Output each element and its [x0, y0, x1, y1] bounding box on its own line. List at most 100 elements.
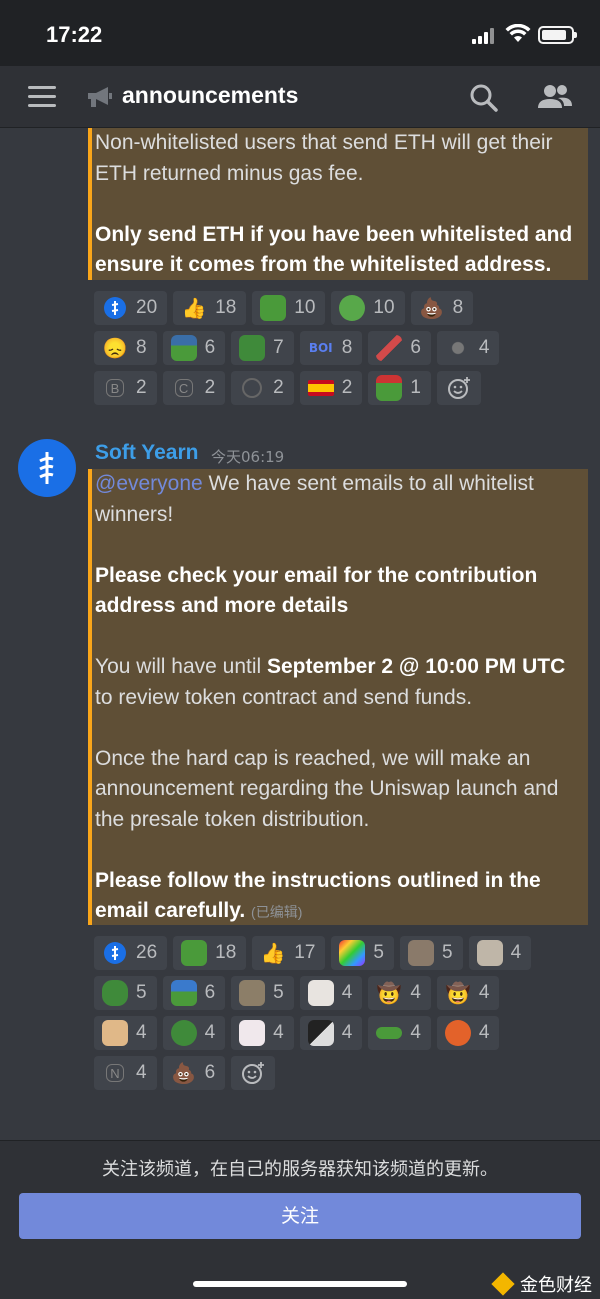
- reaction[interactable]: 2: [231, 371, 294, 405]
- channel-header: announcements: [0, 66, 600, 128]
- reaction[interactable]: 4: [299, 976, 363, 1010]
- reaction[interactable]: 5: [231, 976, 294, 1010]
- letter-b-icon: B: [106, 379, 124, 397]
- reaction[interactable]: 20: [94, 291, 168, 325]
- letter-n-icon: N: [106, 1064, 124, 1082]
- reaction[interactable]: 👍 18: [173, 291, 247, 325]
- follow-note: 关注该频道，在自己的服务器获知该频道的更新。: [102, 1159, 498, 1180]
- reaction[interactable]: 🤠 4: [436, 976, 500, 1010]
- reaction[interactable]: 18: [173, 936, 247, 970]
- reaction[interactable]: 10: [331, 291, 405, 325]
- message-text: Non-whitelisted users that send ETH will…: [95, 131, 553, 154]
- reaction[interactable]: 💩 6: [162, 1056, 226, 1090]
- announcement-channel-icon: [88, 87, 112, 107]
- reaction-count: 6: [204, 337, 216, 358]
- reaction[interactable]: 4: [436, 331, 500, 365]
- message-quote: Non-whitelisted users that send ETH will…: [88, 128, 588, 280]
- username[interactable]: Soft Yearn: [95, 441, 198, 465]
- reaction[interactable]: 10: [252, 291, 326, 325]
- reaction[interactable]: 4: [94, 1016, 157, 1050]
- search-icon[interactable]: [468, 82, 500, 114]
- reaction[interactable]: C2: [162, 371, 226, 405]
- reaction[interactable]: 🤠 4: [368, 976, 431, 1010]
- pepe-scream-icon: [260, 295, 287, 321]
- members-icon[interactable]: [536, 80, 574, 114]
- home-indicator[interactable]: [193, 1281, 407, 1287]
- reaction-count: 4: [341, 1022, 353, 1043]
- reaction-count: 10: [294, 297, 316, 318]
- reaction-count: 2: [273, 377, 284, 398]
- reaction[interactable]: 1: [368, 371, 431, 405]
- pepe-flag-icon: [376, 375, 403, 401]
- reaction[interactable]: 👍 17: [252, 936, 326, 970]
- reaction[interactable]: 4: [231, 1016, 294, 1050]
- add-reaction-icon: [447, 377, 470, 399]
- jinse-logo-icon: [491, 1272, 515, 1296]
- reaction[interactable]: 4: [368, 1016, 431, 1050]
- reaction-count: 5: [273, 982, 284, 1003]
- rocket-icon: [376, 335, 403, 361]
- softyearn-icon: [102, 940, 128, 966]
- reaction-count: 4: [510, 942, 522, 963]
- reaction[interactable]: 2: [299, 371, 363, 405]
- message-bold-text: address and more details: [95, 594, 349, 617]
- softyearn-icon: [102, 295, 128, 321]
- reaction-bar: 26 18 👍 17 5 5 4 5 6 5 4 🤠 4 🤠 4 4 4 4 4 4 …: [94, 936, 537, 1096]
- reaction[interactable]: B2: [94, 371, 157, 405]
- message-text: to review token contract and send funds.: [95, 685, 473, 709]
- reaction[interactable]: 6: [368, 331, 431, 365]
- cowboy-icon: 🤠: [376, 982, 402, 1005]
- reaction-count: 26: [136, 942, 158, 963]
- message-bold-text: ensure it comes from the whitelisted add…: [95, 253, 552, 276]
- pepe-mask-icon: [444, 1020, 471, 1046]
- reaction[interactable]: 5: [331, 936, 394, 970]
- reaction[interactable]: 5: [400, 936, 463, 970]
- reaction[interactable]: 6: [162, 331, 226, 365]
- reaction[interactable]: 4: [468, 936, 532, 970]
- reaction-count: 4: [341, 982, 353, 1003]
- rainbow-pepe-icon: [339, 940, 366, 966]
- reaction[interactable]: 7: [231, 331, 294, 365]
- reaction-count: 20: [136, 297, 158, 318]
- message-bold-text: Please check your email for the contribu…: [95, 563, 538, 587]
- cat-gray-icon: [239, 980, 266, 1006]
- add-reaction-button[interactable]: [231, 1056, 276, 1090]
- reaction[interactable]: 6: [162, 976, 226, 1010]
- reaction[interactable]: N4: [94, 1056, 157, 1090]
- reaction[interactable]: 26: [94, 936, 168, 970]
- reaction[interactable]: 5: [94, 976, 157, 1010]
- edited-label: (已编辑): [251, 904, 303, 920]
- message-bold-text: Please follow the instructions outlined …: [95, 868, 541, 892]
- reaction-count: 4: [136, 1022, 147, 1043]
- disappointed-icon: 😞: [102, 337, 128, 360]
- reaction-count: 5: [373, 942, 384, 963]
- reaction-count: 4: [273, 1022, 284, 1043]
- message-text: Once the hard cap is reached, we will ma…: [95, 746, 531, 770]
- boi-icon: BOI: [308, 341, 333, 355]
- cat-face-icon: [476, 940, 503, 966]
- follow-button[interactable]: 关注: [19, 1193, 581, 1239]
- reaction[interactable]: 4: [299, 1016, 363, 1050]
- message-text: You will have until: [95, 655, 267, 678]
- reaction[interactable]: 4: [162, 1016, 226, 1050]
- reaction-count: 4: [478, 337, 490, 358]
- reaction[interactable]: BOI 8: [299, 331, 363, 365]
- message-bold-text: September 2 @ 10:00 PM UTC: [267, 655, 566, 678]
- pepe-umbrella-icon: [170, 980, 197, 1006]
- battery-icon: [538, 26, 577, 44]
- menu-icon[interactable]: [28, 86, 56, 108]
- reaction[interactable]: 😞 8: [94, 331, 157, 365]
- add-reaction-button[interactable]: [436, 371, 481, 405]
- circle-emote-icon: [242, 378, 263, 398]
- avatar[interactable]: [18, 439, 76, 497]
- reaction-count: 4: [478, 1022, 490, 1043]
- pepe-dance-icon: [102, 980, 128, 1006]
- reaction[interactable]: 💩 8: [410, 291, 474, 325]
- everyone-mention[interactable]: @everyone: [95, 472, 203, 495]
- reaction[interactable]: 4: [436, 1016, 500, 1050]
- bunny-icon: [239, 1020, 266, 1046]
- reaction-count: 7: [273, 337, 284, 358]
- poop-icon: 💩: [419, 297, 445, 320]
- message-list: Non-whitelisted users that send ETH will…: [0, 128, 600, 1140]
- wifi-icon: [505, 24, 531, 42]
